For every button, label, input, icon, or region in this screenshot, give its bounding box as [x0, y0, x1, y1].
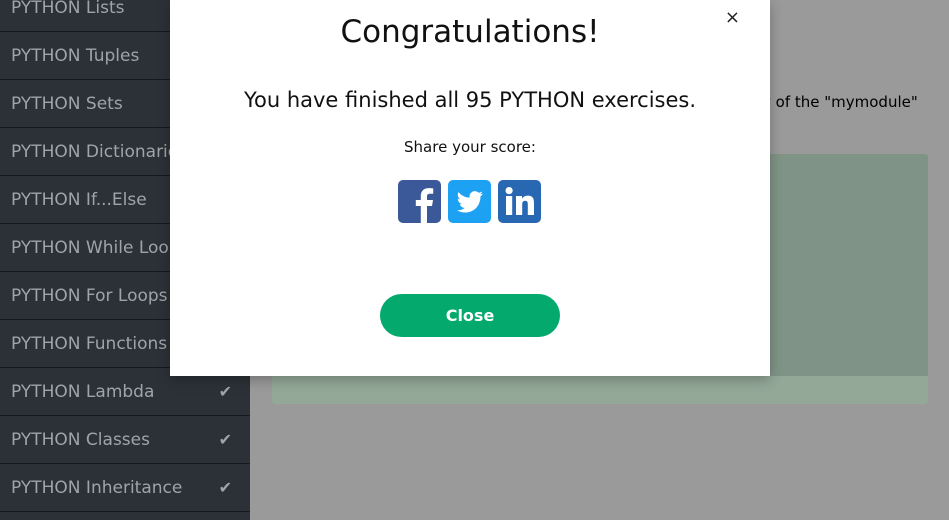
sidebar-item-label: PYTHON Classes — [11, 430, 150, 450]
sidebar-item-label: PYTHON If...Else — [11, 190, 147, 210]
sidebar-item-label: PYTHON Sets — [11, 94, 123, 114]
close-button[interactable]: Close — [380, 294, 560, 337]
modal-message: You have finished all 95 PYTHON exercise… — [243, 88, 697, 112]
modal-title: Congratulations! — [340, 14, 600, 50]
sidebar-item-label: PYTHON For Loops — [11, 286, 168, 306]
sidebar-item-label: PYTHON Lists — [11, 0, 125, 18]
checkmark-icon: ✔ — [218, 478, 232, 497]
linkedin-icon — [505, 187, 534, 215]
sidebar-item-label: PYTHON Dictionaries — [11, 142, 188, 162]
linkedin-share-button[interactable] — [498, 180, 541, 223]
sidebar-item-classes[interactable]: PYTHON Classes ✔ — [0, 416, 250, 464]
code-box-footer — [272, 376, 928, 404]
exercise-instruction: y of the "mymodule" — [762, 93, 918, 111]
sidebar-item-label: PYTHON Functions — [11, 334, 168, 354]
twitter-icon — [456, 191, 483, 213]
share-buttons — [398, 180, 543, 223]
twitter-share-button[interactable] — [448, 180, 491, 223]
sidebar-item-label: PYTHON While Loops — [11, 238, 189, 258]
congratulations-modal: × Congratulations! You have finished all… — [170, 0, 770, 376]
facebook-icon — [415, 188, 434, 223]
sidebar-item-label: PYTHON Lambda — [11, 382, 155, 402]
share-label: Share your score: — [404, 138, 536, 156]
sidebar-item-label: PYTHON Inheritance — [11, 478, 183, 498]
facebook-share-button[interactable] — [398, 180, 441, 223]
checkmark-icon: ✔ — [218, 430, 232, 449]
sidebar-item-label: PYTHON Tuples — [11, 46, 140, 66]
sidebar-item-inheritance[interactable]: PYTHON Inheritance ✔ — [0, 464, 250, 512]
